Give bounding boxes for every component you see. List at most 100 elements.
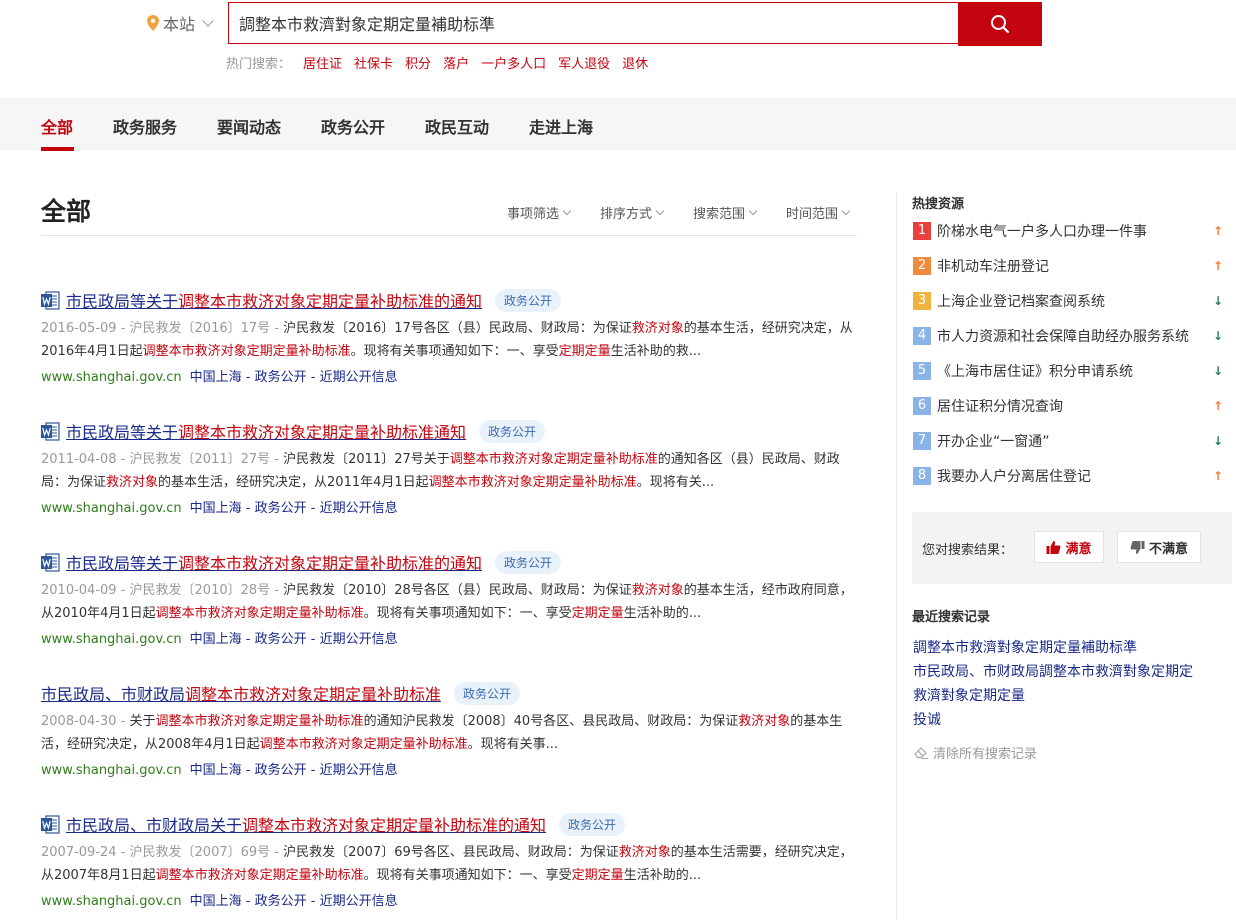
result-breadcrumb[interactable]: 中国上海 - 政务公开 - 近期公开信息	[190, 894, 398, 909]
result-title-link[interactable]: 市民政局、市财政局关于调整本市救济对象定期定量补助标准的通知	[66, 812, 546, 836]
filter-time[interactable]: 时间范围	[786, 203, 851, 222]
tab-news[interactable]: 要闻动态	[217, 114, 281, 138]
hot-resource-item[interactable]: 1 阶梯水电气一户多人口办理一件事 ↑	[913, 221, 1223, 241]
category-badge[interactable]: 政务公开	[454, 681, 521, 705]
recent-search-link[interactable]: 調整本市救濟對象定期定量補助标準	[913, 637, 1137, 657]
hot-resource-item[interactable]: 7 开办企业“一窗通” ↓	[913, 431, 1223, 451]
tab-about-shanghai[interactable]: 走进上海	[529, 114, 593, 138]
result-title-link[interactable]: 市民政局、市财政局调整本市救济对象定期定量补助标准	[41, 681, 441, 705]
word-document-icon	[41, 552, 60, 572]
category-badge[interactable]: 政务公开	[479, 419, 546, 443]
category-tab-bar	[0, 98, 1236, 150]
search-icon	[991, 15, 1010, 34]
recent-search-link[interactable]: 救濟對象定期定量	[913, 685, 1025, 705]
search-scope-selector[interactable]: 本站	[147, 12, 214, 34]
hot-term-link[interactable]: 社保卡	[354, 53, 393, 72]
hot-term-link[interactable]: 退休	[622, 53, 648, 72]
category-badge[interactable]: 政务公开	[495, 288, 562, 312]
result-url[interactable]: www.shanghai.gov.cn	[41, 894, 182, 909]
hot-resource-item[interactable]: 5 《上海市居住证》积分申请系统 ↓	[913, 361, 1223, 381]
search-result: 市民政局、市财政局关于调整本市救济对象定期定量补助标准的通知 政务公开 2007…	[41, 812, 856, 909]
chevron-down-icon	[841, 206, 851, 215]
hot-search-bar: 热门搜索： 居住证 社保卡 积分 落户 一户多人口 军人退役 退休	[226, 53, 648, 72]
hot-resource-item[interactable]: 3 上海企业登记档案查阅系统 ↓	[913, 291, 1223, 311]
result-title-link[interactable]: 市民政局等关于调整本市救济对象定期定量补助标准的通知	[66, 550, 482, 574]
hot-resource-item[interactable]: 8 我要办人户分离居住登记 ↑	[913, 466, 1223, 486]
result-breadcrumb[interactable]: 中国上海 - 政务公开 - 近期公开信息	[190, 501, 398, 516]
page-title: 全部	[41, 197, 92, 226]
snippet-highlight: 调整本市救济对象定期定量补助标准	[155, 606, 364, 621]
result-snippet: 2008-04-30 - 关于调整本市救济对象定期定量补助标准的通知沪民救发〔2…	[41, 714, 843, 752]
snippet-text: 的通知沪民救发〔2008〕40号各区、县民政局、财政局：为保证	[363, 714, 739, 729]
hot-resource-item[interactable]: 6 居住证积分情况查询 ↑	[913, 396, 1223, 416]
result-snippet: 2010-04-09 - 沪民救发〔2010〕28号 - 沪民救发〔2010〕2…	[41, 583, 853, 621]
hot-resource-item[interactable]: 2 非机动车注册登记 ↑	[913, 256, 1223, 276]
search-scope-label: 本站	[163, 15, 196, 34]
search-button[interactable]	[958, 2, 1042, 46]
title-prefix: 市民政局、市财政局关于	[66, 816, 243, 835]
snippet-highlight: 救济对象	[631, 321, 684, 336]
tab-all[interactable]: 全部	[41, 114, 73, 138]
snippet-highlight: 调整本市救济对象定期定量补助标准	[449, 452, 658, 467]
satisfied-button[interactable]: 满意	[1034, 531, 1104, 563]
thumbs-up-icon	[1046, 540, 1061, 554]
satisfied-label: 满意	[1065, 541, 1092, 557]
rank-badge: 2	[913, 257, 931, 275]
chevron-down-icon	[748, 206, 758, 215]
filter-sort[interactable]: 排序方式	[600, 203, 665, 222]
recent-search-link[interactable]: 市民政局、市财政局調整本市救濟對象定期定	[913, 661, 1193, 681]
result-breadcrumb[interactable]: 中国上海 - 政务公开 - 近期公开信息	[190, 370, 398, 385]
divider	[41, 235, 857, 236]
result-snippet: 2011-04-08 - 沪民救发〔2011〕27号 - 沪民救发〔2011〕2…	[41, 452, 840, 490]
category-badge[interactable]: 政务公开	[559, 812, 626, 836]
filter-item-type[interactable]: 事项筛选	[507, 203, 572, 222]
rank-badge: 3	[913, 292, 931, 310]
tab-government-services[interactable]: 政务服务	[113, 114, 177, 138]
snippet-highlight: 定期定量	[558, 344, 611, 359]
result-url[interactable]: www.shanghai.gov.cn	[41, 632, 182, 647]
result-doc-number: 沪民救发〔2011〕27号	[129, 452, 271, 467]
trend-down-icon: ↓	[1212, 294, 1223, 308]
hot-term-link[interactable]: 一户多人口	[481, 53, 546, 72]
clear-history-button[interactable]: 清除所有搜索记录	[914, 743, 1037, 762]
snippet-text: 生活补助的...	[623, 606, 702, 621]
search-input[interactable]	[229, 3, 958, 43]
snippet-text: 。现将有关...	[636, 475, 715, 490]
recent-search-link[interactable]: 投诚	[913, 709, 941, 729]
snippet-text: 。现将有关事项通知如下：一、享受	[363, 606, 572, 621]
result-url[interactable]: www.shanghai.gov.cn	[41, 763, 182, 778]
hot-term-link[interactable]: 军人退役	[558, 53, 610, 72]
filter-label: 时间范围	[786, 207, 839, 222]
hot-term-link[interactable]: 积分	[405, 53, 431, 72]
snippet-text: 。现将有关事项通知如下：一、享受	[363, 868, 572, 883]
clear-history-label: 清除所有搜索记录	[933, 747, 1038, 762]
title-prefix: 市民政局等关于	[66, 292, 179, 311]
filter-scope[interactable]: 搜索范围	[693, 203, 758, 222]
result-url[interactable]: www.shanghai.gov.cn	[41, 370, 182, 385]
result-breadcrumb[interactable]: 中国上海 - 政务公开 - 近期公开信息	[190, 632, 398, 647]
hot-term-link[interactable]: 落户	[443, 53, 469, 72]
snippet-highlight: 调整本市救济对象定期定量补助标准	[259, 737, 468, 752]
hot-resource-item[interactable]: 4 市人力资源和社会保障自助经办服务系统 ↓	[913, 326, 1223, 346]
category-badge[interactable]: 政务公开	[495, 550, 562, 574]
result-url[interactable]: www.shanghai.gov.cn	[41, 501, 182, 516]
result-date: 2010-04-09	[41, 583, 117, 598]
snippet-highlight: 定期定量	[571, 606, 624, 621]
hot-term-link[interactable]: 居住证	[303, 53, 342, 72]
search-result: 市民政局等关于调整本市救济对象定期定量补助标准通知 政务公开 2011-04-0…	[41, 419, 856, 516]
result-date: 2007-09-24	[41, 845, 117, 860]
snippet-highlight: 调整本市救济对象定期定量补助标准	[142, 344, 351, 359]
snippet-highlight: 救济对象	[631, 583, 684, 598]
result-title-link[interactable]: 市民政局等关于调整本市救济对象定期定量补助标准的通知	[66, 288, 482, 312]
result-breadcrumb[interactable]: 中国上海 - 政务公开 - 近期公开信息	[190, 763, 398, 778]
sidebar-divider	[896, 192, 897, 920]
tab-interaction[interactable]: 政民互动	[425, 114, 489, 138]
unsatisfied-button[interactable]: 不满意	[1117, 531, 1201, 563]
hot-resource-label: 上海企业登记档案查阅系统	[937, 294, 1105, 310]
search-result: 市民政局等关于调整本市救济对象定期定量补助标准的通知 政务公开 2010-04-…	[41, 550, 856, 647]
result-date: 2011-04-08	[41, 452, 117, 467]
snippet-text: 。现将有关事项通知如下：一、享受	[350, 344, 559, 359]
result-title-link[interactable]: 市民政局等关于调整本市救济对象定期定量补助标准通知	[66, 419, 466, 443]
tab-public-info[interactable]: 政务公开	[321, 114, 385, 138]
trend-down-icon: ↓	[1212, 329, 1223, 343]
